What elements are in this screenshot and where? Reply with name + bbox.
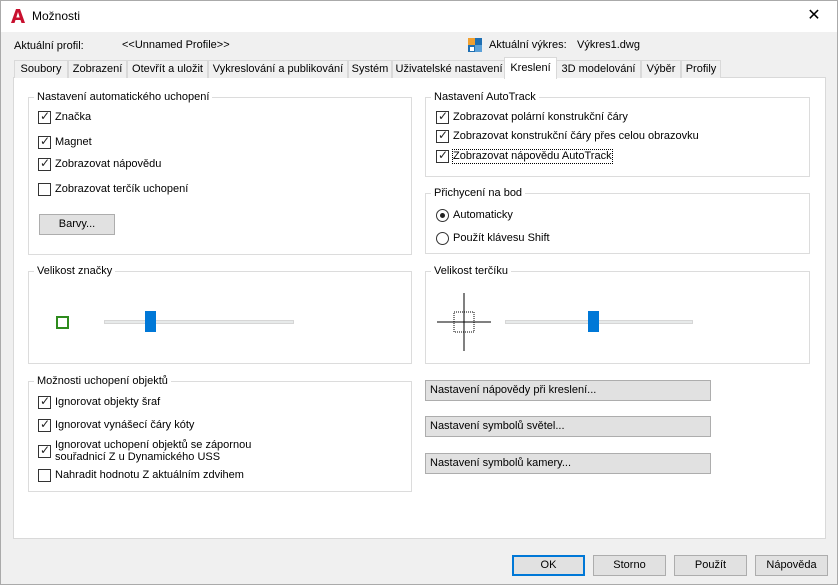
marker-size-group: Velikost značky <box>28 264 412 364</box>
colors-button[interactable]: Barvy... <box>39 214 115 235</box>
ignore-dimension-ext-label: Ignorovat vynášecí čáry kóty <box>55 419 195 431</box>
display-aperture-checkbox[interactable] <box>38 183 51 196</box>
full-screen-tracking-checkbox[interactable] <box>436 129 449 143</box>
help-button[interactable]: Nápověda <box>755 555 828 576</box>
tab-profiles[interactable]: Profily <box>681 60 721 78</box>
object-snap-options-group: Možnosti uchopení objektů Ignorovat obje… <box>28 374 412 492</box>
use-shift-radio[interactable] <box>436 232 449 245</box>
replace-z-label: Nahradit hodnotu Z aktuálním zdvihem <box>55 469 244 481</box>
current-drawing-value: Výkres1.dwg <box>577 39 640 51</box>
aperture-preview-icon <box>437 293 491 351</box>
point-snap-group: Přichycení na bod Automaticky Použít klá… <box>425 186 810 254</box>
autosnap-settings-group: Nastavení automatického uchopení Značka … <box>28 90 412 255</box>
polar-tracking-vector-checkbox[interactable] <box>436 110 449 124</box>
cameras-glyph-settings-button[interactable]: Nastavení symbolů kamery... <box>425 453 711 474</box>
options-dialog: Možnosti ✕ Aktuální profil: <<Unnamed Pr… <box>0 0 838 585</box>
ignore-hatch-checkbox[interactable] <box>38 395 51 409</box>
aperture-size-group: Velikost terčíku <box>425 264 810 364</box>
autocad-logo-icon <box>11 9 25 23</box>
display-tooltip-label: Zobrazovat nápovědu <box>55 158 162 170</box>
full-screen-tracking-label: Zobrazovat konstrukční čáry přes celou o… <box>453 130 699 142</box>
tab-selection[interactable]: Výběr <box>641 60 681 78</box>
marker-label: Značka <box>55 111 92 123</box>
marker-size-slider[interactable] <box>145 311 156 332</box>
marker-size-track[interactable] <box>104 320 294 324</box>
point-snap-title: Přichycení na bod <box>431 186 526 200</box>
aperture-size-slider[interactable] <box>588 311 599 332</box>
object-snap-options-title: Možnosti uchopení objektů <box>34 374 171 388</box>
autotrack-settings-group: Nastavení AutoTrack Zobrazovat polární k… <box>425 90 810 177</box>
marker-checkbox[interactable] <box>38 110 51 124</box>
display-tooltip-checkbox[interactable] <box>38 157 51 171</box>
aperture-size-track[interactable] <box>505 320 693 324</box>
autotrack-tooltip-label: Zobrazovat nápovědu AutoTrack <box>452 149 613 164</box>
tab-display[interactable]: Zobrazení <box>68 60 127 78</box>
tab-open-save[interactable]: Otevřít a uložit <box>127 60 208 78</box>
title-bar: Možnosti ✕ <box>1 1 837 32</box>
marker-preview-icon <box>56 316 69 329</box>
autotrack-tooltip-checkbox[interactable] <box>436 149 449 163</box>
close-button[interactable]: ✕ <box>791 1 837 32</box>
auto-radio[interactable] <box>436 209 449 222</box>
current-drawing-label: Aktuální výkres: <box>489 39 567 51</box>
ignore-dimension-ext-checkbox[interactable] <box>38 418 51 432</box>
tab-plot-publish[interactable]: Vykreslování a publikování <box>208 60 348 78</box>
window-title: Možnosti <box>32 9 81 23</box>
lights-glyph-settings-button[interactable]: Nastavení symbolů světel... <box>425 416 711 437</box>
auto-label: Automaticky <box>453 209 513 221</box>
replace-z-checkbox[interactable] <box>38 469 51 482</box>
autotrack-settings-title: Nastavení AutoTrack <box>431 90 539 104</box>
cancel-button[interactable]: Storno <box>593 555 666 576</box>
current-profile-label: Aktuální profil: <box>14 40 84 52</box>
tab-drafting[interactable]: Kreslení <box>504 57 557 79</box>
ignore-negative-z-label-line2: souřadnicí Z u Dynamického USS <box>55 451 221 463</box>
display-aperture-label: Zobrazovat terčík uchopení <box>55 183 189 195</box>
drafting-tooltip-settings-button[interactable]: Nastavení nápovědy při kreslení... <box>425 380 711 401</box>
tab-system[interactable]: Systém <box>348 60 392 78</box>
ok-button[interactable]: OK <box>512 555 585 576</box>
tab-3d-modeling[interactable]: 3D modelování <box>556 60 641 78</box>
polar-tracking-vector-label: Zobrazovat polární konstrukční čáry <box>453 111 628 123</box>
drawing-file-icon <box>468 38 482 52</box>
ignore-negative-z-checkbox[interactable] <box>38 444 51 458</box>
marker-size-title: Velikost značky <box>34 264 116 278</box>
tab-user-preferences[interactable]: Uživatelské nastavení <box>392 60 506 78</box>
tab-files[interactable]: Soubory <box>14 60 68 78</box>
autosnap-settings-title: Nastavení automatického uchopení <box>34 90 213 104</box>
magnet-checkbox[interactable] <box>38 135 51 149</box>
aperture-size-title: Velikost terčíku <box>431 264 511 278</box>
current-profile-value: <<Unnamed Profile>> <box>122 39 230 51</box>
apply-button[interactable]: Použít <box>674 555 747 576</box>
magnet-label: Magnet <box>55 136 92 148</box>
ignore-hatch-label: Ignorovat objekty šraf <box>55 396 161 408</box>
use-shift-label: Použít klávesu Shift <box>453 232 550 244</box>
